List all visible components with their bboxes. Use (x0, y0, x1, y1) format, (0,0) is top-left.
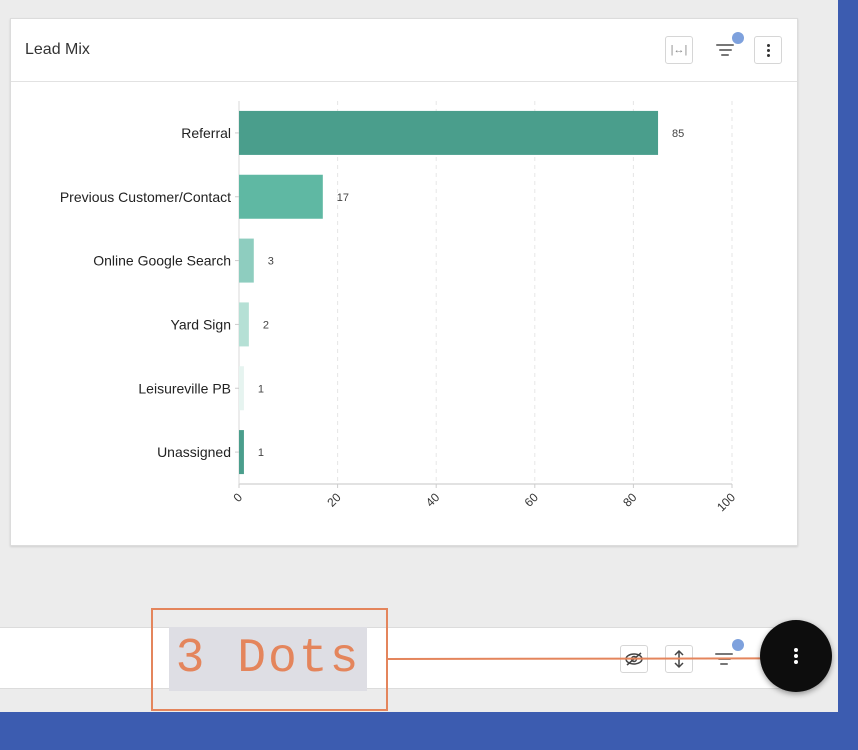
lead-mix-card: Lead Mix |↔| Referral 85 Previous Customer… (10, 18, 798, 546)
category-label: Unassigned (157, 444, 231, 460)
filter-badge (732, 639, 744, 651)
vertical-dots-icon (794, 648, 798, 664)
category-label: Previous Customer/Contact (60, 189, 231, 205)
x-tick-label: 60 (522, 490, 542, 510)
annotation-label: 3 Dots (169, 627, 367, 691)
background-bottom (0, 712, 858, 750)
three-dots-button[interactable] (760, 620, 832, 692)
x-tick-label: 20 (324, 490, 344, 510)
bar[interactable] (239, 110, 659, 155)
value-label: 1 (258, 447, 264, 459)
bar[interactable] (239, 238, 254, 283)
category-label: Referral (181, 125, 231, 141)
bar[interactable] (239, 430, 244, 475)
x-tick-label: 0 (230, 490, 245, 505)
category-label: Online Google Search (93, 253, 231, 269)
bar[interactable] (239, 366, 244, 411)
value-label: 1 (258, 383, 264, 395)
category-label: Leisureville PB (138, 380, 231, 396)
value-label: 2 (263, 319, 269, 331)
value-label: 3 (268, 256, 274, 268)
bar[interactable] (239, 174, 323, 219)
x-tick-label: 80 (620, 490, 640, 510)
background-right (838, 0, 858, 750)
category-label: Yard Sign (171, 316, 231, 332)
value-label: 17 (337, 192, 349, 204)
x-tick-label: 40 (423, 490, 443, 510)
x-tick-label: 100 (714, 490, 738, 514)
lead-mix-chart: Referral 85 Previous Customer/Contact 17 Onl… (60, 101, 738, 514)
value-label: 85 (672, 128, 684, 140)
bar[interactable] (239, 302, 249, 347)
